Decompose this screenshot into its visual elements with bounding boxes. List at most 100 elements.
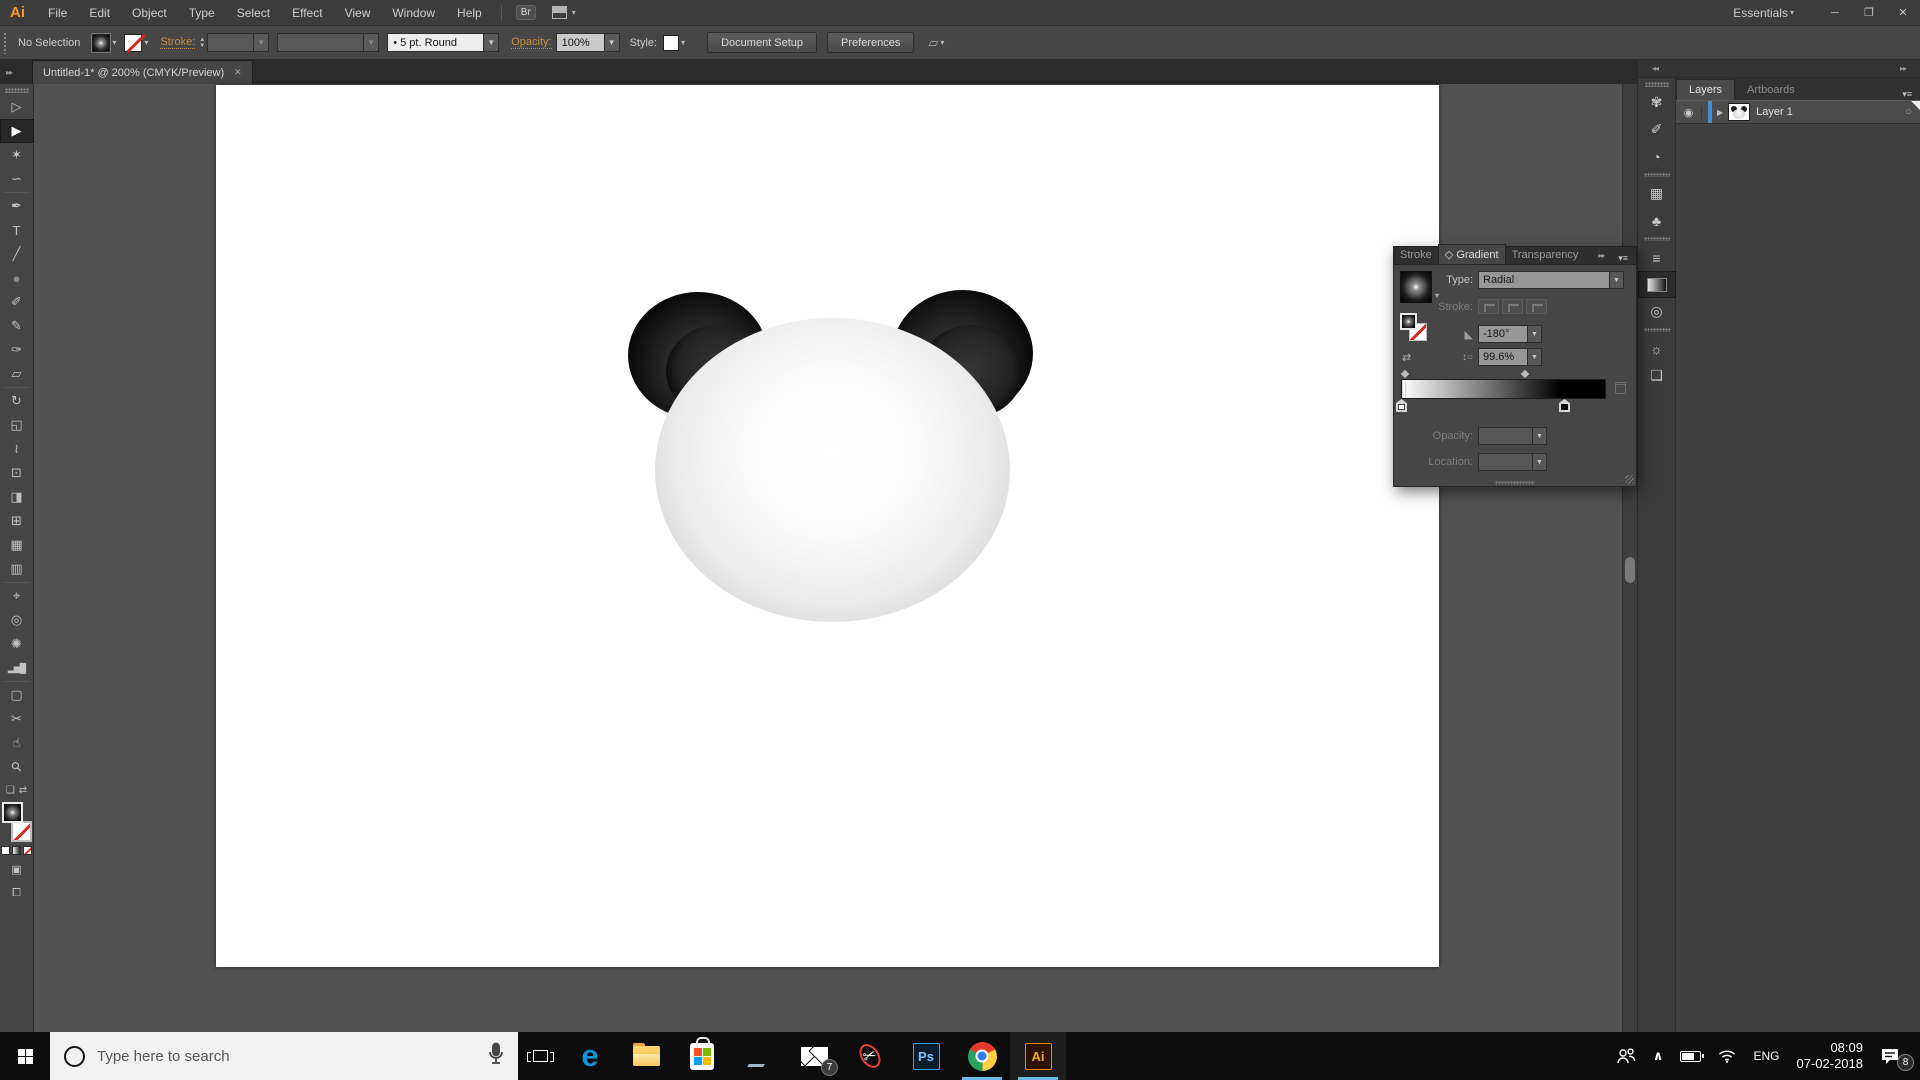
fill-caret-icon[interactable]: ▾	[112, 38, 116, 47]
menu-file[interactable]: File	[37, 0, 78, 26]
stroke-panel-link[interactable]: Stroke:	[160, 36, 195, 49]
color-mode-button[interactable]	[1, 846, 10, 855]
width-tool[interactable]: ≀	[0, 437, 34, 461]
fill-color-swatch[interactable]	[92, 34, 110, 52]
variable-width-dropdown[interactable]: ▼	[277, 33, 379, 52]
column-graph-tool[interactable]: ▂▅█	[0, 656, 34, 680]
gradient-panel-menu-icon[interactable]: ▾≡	[1610, 253, 1636, 264]
menu-help[interactable]: Help	[446, 0, 493, 26]
toolbar-collapse-icon[interactable]: ▸▸	[0, 68, 18, 77]
document-tab[interactable]: Untitled-1* @ 200% (CMYK/Preview) ✕	[32, 60, 253, 84]
toolbar-fill-swatch[interactable]	[2, 802, 23, 823]
color-panel-icon[interactable]: ✾	[1638, 89, 1676, 116]
extra-options-caret-icon[interactable]: ▾	[940, 38, 944, 47]
free-transform-tool[interactable]: ⊡	[0, 461, 34, 485]
taskbar-app-file-explorer[interactable]	[618, 1032, 674, 1080]
blob-brush-tool[interactable]: ✑	[0, 338, 34, 362]
hand-tool[interactable]: ☝	[0, 731, 34, 755]
taskbar-app-photoshop[interactable]: Ps	[898, 1032, 954, 1080]
taskbar-app-illustrator[interactable]: Ai	[1010, 1032, 1066, 1080]
gradient-fill-proxy[interactable]	[1400, 313, 1417, 330]
arrange-documents-icon[interactable]	[552, 6, 567, 19]
none-mode-button[interactable]	[23, 846, 32, 855]
screen-mode-button[interactable]: ⧠	[0, 881, 34, 905]
taskbar-app-snipping-tool[interactable]: ✂	[842, 1032, 898, 1080]
minimize-button[interactable]: ─	[1818, 2, 1852, 24]
taskbar-app-my-pc[interactable]	[730, 1032, 786, 1080]
gradient-midpoint-marker[interactable]	[1521, 370, 1529, 378]
swap-fill-stroke-icon[interactable]: ⇄	[19, 785, 27, 796]
opacity-panel-link[interactable]: Opacity:	[511, 36, 551, 49]
symbols-panel-icon[interactable]: ♣	[1638, 207, 1676, 234]
rotate-tool[interactable]: ↻	[0, 389, 34, 413]
eraser-tool[interactable]: ▱	[0, 362, 34, 386]
eyedropper-tool[interactable]: ⌖	[0, 584, 34, 608]
gradient-midpoint-marker[interactable]	[1401, 370, 1409, 378]
taskbar-app-edge[interactable]: e	[562, 1032, 618, 1080]
tab-artboards[interactable]: Artboards	[1735, 80, 1807, 100]
gradient-panel-icon[interactable]	[1638, 271, 1676, 298]
swatches-panel-icon[interactable]: ▦	[1638, 180, 1676, 207]
shape-builder-tool[interactable]: ◨	[0, 485, 34, 509]
tab-gradient[interactable]: ◇ Gradient	[1438, 244, 1506, 264]
dock-collapse-icon[interactable]: ▸▸	[1894, 64, 1912, 73]
taskbar-app-chrome[interactable]	[954, 1032, 1010, 1080]
preferences-button[interactable]: Preferences	[827, 32, 914, 53]
menu-view[interactable]: View	[334, 0, 382, 26]
delete-stop-icon[interactable]	[1615, 382, 1626, 394]
strip-drag-handle[interactable]	[1645, 82, 1669, 87]
menu-edit[interactable]: Edit	[78, 0, 121, 26]
toolbar-stroke-swatch[interactable]	[11, 821, 32, 842]
workspace-switcher[interactable]: Essentials ▾	[1733, 6, 1794, 20]
language-indicator[interactable]: ENG	[1753, 1049, 1779, 1063]
panda-head[interactable]	[655, 318, 1010, 622]
battery-icon[interactable]	[1680, 1051, 1701, 1062]
brush-definition-caret-icon[interactable]: ▼	[483, 33, 499, 52]
stroke-along-button[interactable]	[1502, 299, 1523, 314]
default-fill-stroke-icon[interactable]: ❏	[6, 785, 15, 796]
wifi-icon[interactable]	[1718, 1049, 1736, 1063]
scale-tool[interactable]: ◱	[0, 413, 34, 437]
layer-name[interactable]: Layer 1	[1756, 106, 1793, 118]
gradient-slider-bar[interactable]	[1401, 379, 1606, 399]
gradient-type-caret-icon[interactable]: ▼	[1609, 271, 1624, 289]
slice-tool[interactable]: ✂	[0, 707, 34, 731]
selection-tool[interactable]: ▷	[0, 95, 34, 119]
taskbar-app-store[interactable]	[674, 1032, 730, 1080]
gradient-angle-caret-icon[interactable]: ▼	[1527, 325, 1542, 343]
tab-stroke[interactable]: Stroke	[1394, 246, 1438, 264]
stroke-weight-dropdown[interactable]: ▼	[207, 33, 269, 52]
direct-selection-tool[interactable]: ▶	[0, 119, 34, 143]
symbol-sprayer-tool[interactable]: ✺	[0, 632, 34, 656]
microphone-icon[interactable]	[488, 1042, 504, 1071]
mesh-tool[interactable]: ▦	[0, 533, 34, 557]
appearance-panel-icon[interactable]: ☼	[1638, 335, 1676, 362]
artboard-tool[interactable]: ▢	[0, 683, 34, 707]
gradient-stop-white[interactable]	[1396, 399, 1407, 412]
drawing-modes-button[interactable]: ▣	[0, 857, 34, 881]
search-box[interactable]: Type here to search	[50, 1032, 518, 1080]
opacity-caret-icon[interactable]: ▼	[604, 33, 620, 52]
perspective-grid-tool[interactable]: ⊞	[0, 509, 34, 533]
document-setup-button[interactable]: Document Setup	[707, 32, 817, 53]
canvas-vertical-scrollbar[interactable]	[1622, 84, 1637, 1032]
stop-opacity-dropdown[interactable]: ▼	[1478, 427, 1547, 445]
visibility-eye-icon[interactable]: ◉	[1676, 106, 1702, 119]
line-segment-tool[interactable]: ╱	[0, 242, 34, 266]
layer-thumbnail[interactable]	[1728, 103, 1750, 121]
brushes-panel-icon[interactable]: ✐	[1638, 116, 1676, 143]
menu-select[interactable]: Select	[226, 0, 281, 26]
paintbrush-tool[interactable]: ✐	[0, 290, 34, 314]
style-caret-icon[interactable]: ▾	[681, 38, 685, 47]
stepper-down-icon[interactable]: ▼	[199, 43, 205, 49]
gradient-mode-button[interactable]	[12, 846, 21, 855]
clock[interactable]: 08:09 07-02-2018	[1797, 1040, 1864, 1072]
stop-location-caret-icon[interactable]: ▼	[1532, 453, 1547, 471]
show-hidden-icons-chevron[interactable]: ∧	[1653, 1048, 1664, 1064]
ellipse-tool[interactable]: ●	[0, 266, 34, 290]
isolate-selection-icon[interactable]: ▱	[928, 35, 938, 51]
tab-transparency[interactable]: Transparency	[1506, 246, 1585, 264]
close-button[interactable]: ✕	[1886, 2, 1920, 24]
lasso-tool[interactable]: ∽	[0, 167, 34, 191]
layer-expand-icon[interactable]: ▶	[1712, 108, 1728, 117]
